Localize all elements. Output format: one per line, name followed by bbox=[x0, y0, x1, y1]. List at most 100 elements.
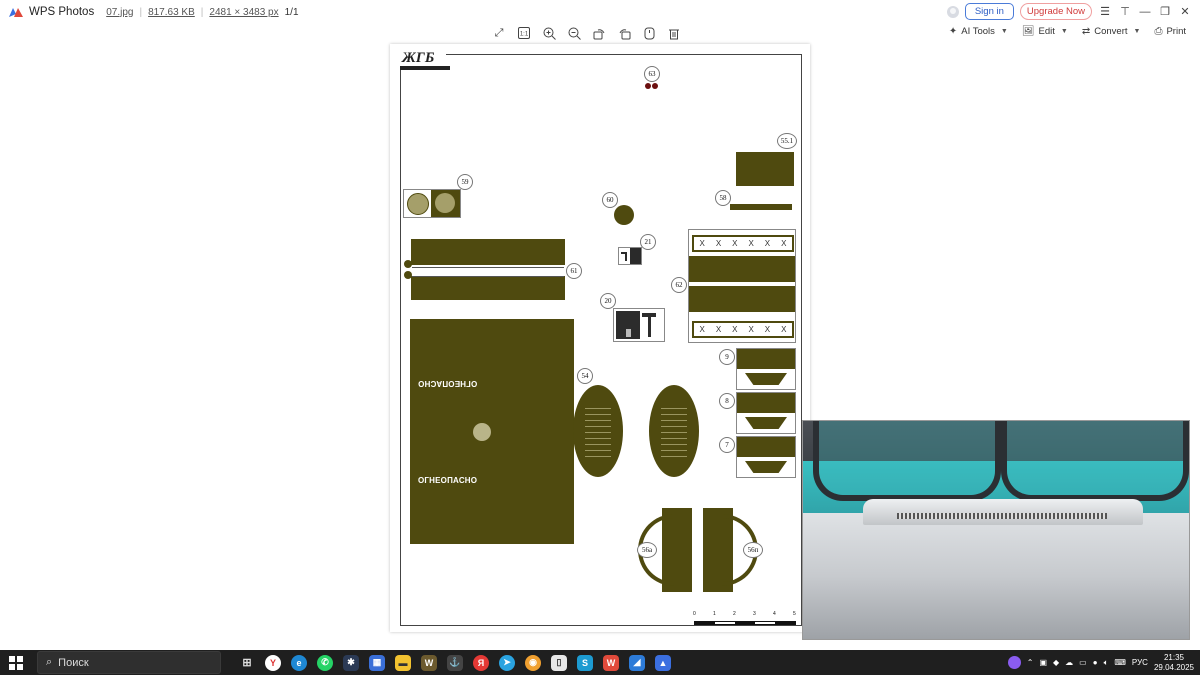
printer-icon: ⎙ bbox=[1154, 26, 1163, 37]
window-left bbox=[813, 421, 1001, 501]
sparkle-icon: ✦ bbox=[948, 26, 958, 37]
upgrade-now-button[interactable]: Upgrade Now bbox=[1019, 3, 1092, 20]
document-icon[interactable]: ▯ bbox=[551, 654, 567, 671]
part-61-strip bbox=[412, 267, 564, 277]
zoom-out-icon[interactable] bbox=[567, 26, 581, 40]
open-icon[interactable] bbox=[642, 26, 656, 40]
minimize-icon[interactable]: — bbox=[1138, 6, 1152, 18]
file-explorer-icon[interactable]: ▬ bbox=[395, 654, 411, 671]
ruler-tick: 5 bbox=[793, 611, 796, 617]
part-number-61: 61 bbox=[566, 263, 582, 279]
part-59 bbox=[403, 189, 461, 218]
actual-size-icon[interactable]: 1:1 bbox=[517, 26, 531, 40]
zoom-in-icon[interactable] bbox=[542, 26, 556, 40]
hood-vent bbox=[863, 499, 1143, 525]
photos-icon[interactable]: ◢ bbox=[629, 654, 645, 671]
restore-icon[interactable]: ❐ bbox=[1158, 5, 1172, 18]
telegram-icon[interactable]: ➤ bbox=[499, 654, 515, 671]
avatar[interactable] bbox=[946, 5, 959, 18]
chrome-icon[interactable]: ◉ bbox=[525, 654, 541, 671]
menu-icon[interactable]: ☰ bbox=[1098, 5, 1112, 18]
whatsapp-icon[interactable]: ✆ bbox=[317, 654, 333, 671]
rotate-left-icon[interactable] bbox=[592, 26, 606, 40]
alice-icon[interactable] bbox=[1007, 656, 1021, 669]
convert-button[interactable]: ⇄ Convert ▼ bbox=[1082, 26, 1141, 37]
file-name[interactable]: 07.jpg bbox=[106, 7, 133, 18]
part-number-8: 8 bbox=[719, 393, 735, 409]
chevron-up-icon[interactable]: ⌃ bbox=[1027, 658, 1034, 667]
ruler-bar bbox=[694, 621, 796, 625]
part-number-60: 60 bbox=[602, 192, 618, 208]
shield-icon[interactable]: ◆ bbox=[1053, 658, 1059, 667]
clock[interactable]: 21:35 29.04.2025 bbox=[1154, 653, 1194, 673]
window-right bbox=[1001, 421, 1189, 501]
part-21 bbox=[618, 247, 642, 265]
part-63-dot bbox=[645, 83, 651, 89]
rotate-right-icon[interactable] bbox=[617, 26, 631, 40]
warning-label-flipped: ОГНЕОПАСНО bbox=[418, 379, 478, 388]
ruler-tick: 3 bbox=[753, 611, 756, 617]
store-icon[interactable]: ▦ bbox=[369, 654, 385, 671]
pin-icon[interactable]: ⊤ bbox=[1118, 5, 1132, 18]
edit-icon: 🖼︎ bbox=[1021, 26, 1035, 37]
part-number-55-1: 55.1 bbox=[777, 133, 797, 149]
tanks-game-icon[interactable]: W bbox=[421, 654, 437, 671]
part-61-tab bbox=[404, 271, 412, 279]
chevron-down-icon: ▼ bbox=[1060, 28, 1068, 35]
delete-icon[interactable] bbox=[667, 26, 681, 40]
language-indicator[interactable]: РУС bbox=[1132, 658, 1148, 667]
file-size[interactable]: 817.63 KB bbox=[148, 7, 195, 18]
task-view-icon[interactable]: ⊞ bbox=[239, 655, 255, 671]
onedrive-icon[interactable]: ☁ bbox=[1065, 658, 1073, 667]
page-counter: 1/1 bbox=[284, 6, 299, 18]
keyboard-icon[interactable]: ⌨ bbox=[1114, 658, 1126, 667]
close-icon[interactable]: ✕ bbox=[1178, 5, 1192, 18]
part-61-bottom bbox=[411, 276, 565, 300]
part-number-62: 62 bbox=[671, 277, 687, 293]
part-60 bbox=[614, 205, 634, 225]
separator: | bbox=[139, 6, 143, 18]
skype-icon[interactable]: S bbox=[577, 654, 593, 671]
part-54-hole bbox=[473, 423, 491, 441]
wps-office-icon[interactable]: W bbox=[603, 654, 619, 671]
part-number-21: 21 bbox=[640, 234, 656, 250]
hood bbox=[803, 513, 1189, 639]
part-54-oval bbox=[573, 385, 623, 477]
yandex-icon[interactable]: Я bbox=[473, 654, 489, 671]
part-62: XXXXXX XXXXXX bbox=[688, 229, 796, 343]
part-8 bbox=[736, 392, 796, 434]
part-number-9: 9 bbox=[719, 349, 735, 365]
game-launcher-icon[interactable]: ✱ bbox=[343, 654, 359, 671]
warning-label: ОГНЕОПАСНО bbox=[418, 476, 478, 485]
wps-photos-window: WPS Photos 07.jpg | 817.63 KB | 2481 × 3… bbox=[0, 0, 1200, 650]
sign-in-button[interactable]: Sign in bbox=[964, 3, 1014, 20]
part-number-63: 63 bbox=[644, 66, 660, 82]
ai-tools-button[interactable]: ✦ AI Tools ▼ bbox=[949, 26, 1008, 37]
volume-icon[interactable]: 🔈︎ bbox=[1104, 658, 1109, 668]
microphone-icon[interactable]: ● bbox=[1093, 658, 1098, 667]
edge-icon[interactable]: e bbox=[291, 654, 307, 671]
clock-time: 21:35 bbox=[1163, 652, 1184, 662]
network-icon[interactable]: ▣ bbox=[1039, 658, 1047, 667]
system-tray: ⌃ ▣ ◆ ☁ ▭ ● 🔈︎ ⌨ РУС 21:35 29.04.2025 bbox=[1007, 650, 1194, 675]
part-number-56a: 56a bbox=[637, 542, 657, 558]
print-button[interactable]: ⎙ Print bbox=[1154, 26, 1186, 37]
ruler-tick: 1 bbox=[713, 611, 716, 617]
part-54-oval bbox=[649, 385, 699, 477]
start-button[interactable] bbox=[9, 655, 23, 670]
convert-icon: ⇄ bbox=[1081, 26, 1091, 37]
ruler-ticks: 0 1 2 3 4 5 bbox=[693, 611, 798, 621]
edit-label: Edit bbox=[1038, 26, 1055, 37]
taskbar-search[interactable]: ⌕ Поиск bbox=[37, 651, 221, 674]
fullscreen-icon[interactable]: ⤢ bbox=[492, 26, 506, 40]
camera-preview[interactable] bbox=[802, 420, 1190, 640]
monitor-icon[interactable]: ▭ bbox=[1079, 658, 1087, 667]
convert-label: Convert bbox=[1094, 26, 1128, 37]
yandex-browser-icon[interactable]: Y bbox=[265, 654, 281, 671]
image-canvas[interactable]: ЖГБ 63 55.1 59 60 58 61 21 62 X X X X X … bbox=[390, 44, 810, 632]
edit-button[interactable]: 🖼︎ Edit ▼ bbox=[1022, 26, 1068, 37]
image-dimensions[interactable]: 2481 × 3483 px bbox=[209, 7, 278, 18]
search-placeholder: Поиск bbox=[58, 656, 89, 669]
wps-photos-icon[interactable]: ▲ bbox=[655, 654, 671, 671]
warships-game-icon[interactable]: ⚓ bbox=[447, 654, 463, 671]
